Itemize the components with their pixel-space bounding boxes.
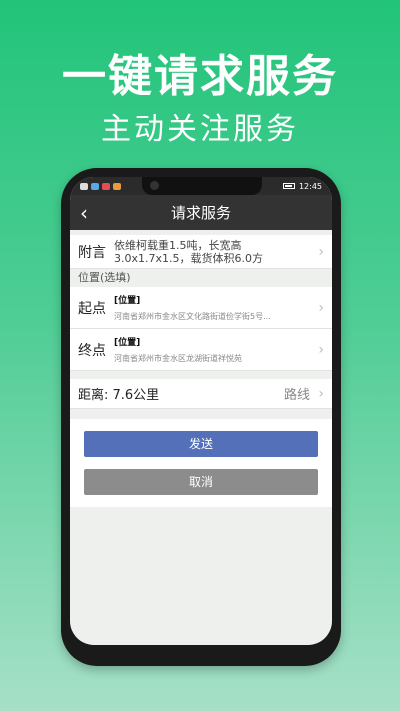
battery-icon [282,183,295,189]
start-location-row[interactable]: 起点 [位置] 河南省郑州市金水区文化路街道俭学街5号... › [70,287,332,329]
page-title: 请求服务 [170,204,231,222]
start-location-info: [位置] 河南省郑州市金水区文化路街道俭学街5号... [114,293,271,322]
notification-icon [102,182,110,190]
end-location-info: [位置] 河南省郑州市金水区龙湖街道祥悦苑 [114,335,242,364]
note-row[interactable]: 附言 依维柯载重1.5吨，长宽高3.0x1.7x1.5，载货体积6.0方 › [70,235,332,269]
back-arrow-icon[interactable]: ‹ [80,201,88,225]
promo-subtitle: 主动关注服务 [101,112,299,147]
end-location-row[interactable]: 终点 [位置] 河南省郑州市金水区龙湖街道祥悦苑 › [70,329,332,371]
chevron-right-icon: › [318,385,324,402]
route-link[interactable]: 路线 [284,384,310,403]
wifi-icon [91,182,99,190]
start-location-tag: [位置] [114,296,141,306]
start-label: 起点 [78,300,106,317]
distance-text: 距离: 7.6公里 [78,388,160,403]
sim-icon [80,182,88,190]
camera-icon [149,181,159,190]
status-icons-right: 12:45 [282,181,322,191]
note-text: 依维柯载重1.5吨，长宽高3.0x1.7x1.5，载货体积6.0方 [114,238,263,265]
cancel-button[interactable]: 取消 [84,469,318,495]
chevron-right-icon: › [318,341,324,358]
nav-bar: ‹ 请求服务 [70,195,332,230]
promo-title: 一键请求服务 [62,51,338,102]
action-area: 发送 取消 [70,419,332,507]
end-location-address: 河南省郑州市金水区龙湖街道祥悦苑 [114,354,242,363]
location-section-title: 位置(选填) [70,269,332,287]
camera-notch [141,177,262,195]
status-bar: 12:45 [70,177,332,195]
start-location-address: 河南省郑州市金水区文化路街道俭学街5号... [114,312,271,321]
chevron-right-icon: › [318,299,324,316]
end-label: 终点 [78,342,106,359]
chevron-right-icon: › [318,243,324,260]
end-location-tag: [位置] [114,338,141,348]
app-notification-icon [113,182,121,190]
send-button[interactable]: 发送 [84,431,318,457]
app-screen: 12:45 ‹ 请求服务 附言 依维柯载重1.5吨，长宽高3.0x1.7x1.5… [70,177,332,645]
note-label: 附言 [78,244,106,261]
status-icons-left [80,182,121,190]
distance-row[interactable]: 距离: 7.6公里 路线 › [70,379,332,409]
status-time: 12:45 [298,181,322,191]
